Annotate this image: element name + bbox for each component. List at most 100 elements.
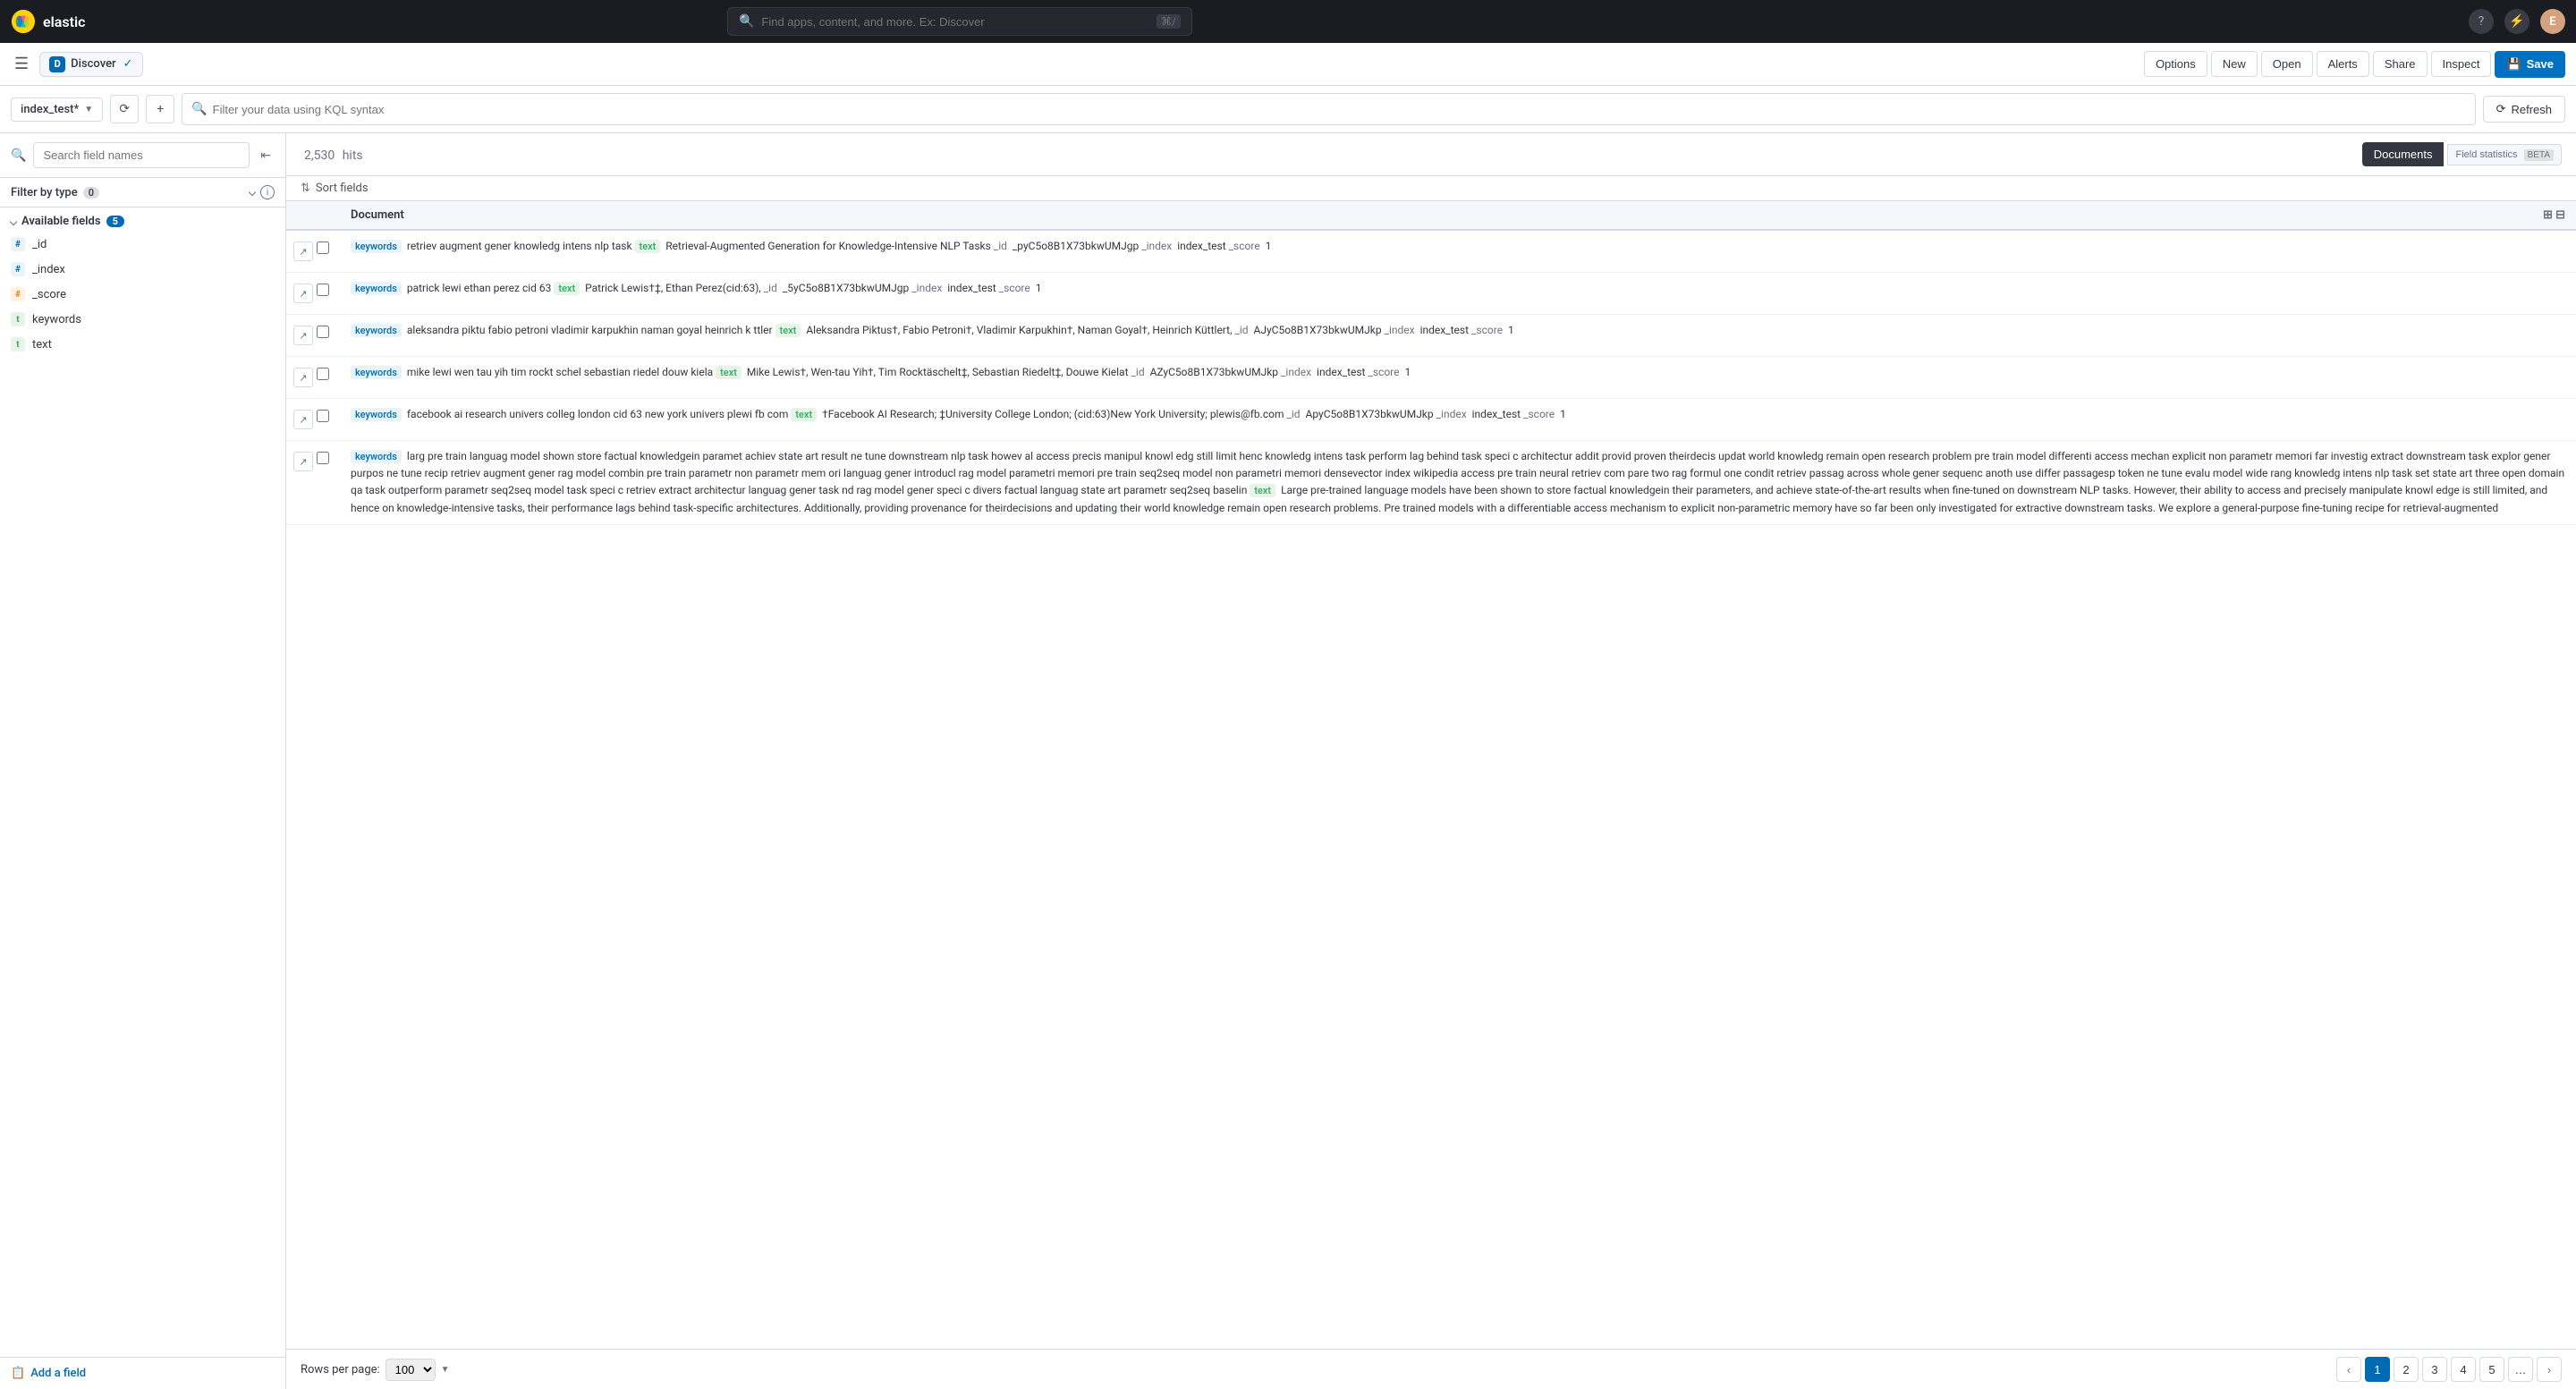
row-checkbox[interactable] xyxy=(317,284,329,296)
elastic-logo-text: elastic xyxy=(43,13,85,30)
sidebar-search-input[interactable] xyxy=(33,142,250,168)
field-item-index[interactable]: # _index xyxy=(0,257,285,282)
doc-cell: keywords aleksandra piktu fabio petroni … xyxy=(340,315,2576,357)
field-item-text[interactable]: t text xyxy=(0,332,285,357)
row-expand-button[interactable]: ↗ xyxy=(293,452,313,471)
sidebar-search-icon: 🔍 xyxy=(11,148,26,163)
hamburger-menu[interactable]: ☰ xyxy=(11,51,32,77)
doc-cell: keywords patrick lewi ethan perez cid 63… xyxy=(340,273,2576,315)
row-actions: ↗ xyxy=(290,276,336,310)
filter-type-chevron-icon[interactable] xyxy=(249,189,256,196)
page-2-button[interactable]: 2 xyxy=(2394,1357,2419,1382)
row-actions-cell: ↗ xyxy=(286,273,340,315)
page-5-button[interactable]: 5 xyxy=(2479,1357,2504,1382)
prev-page-button[interactable]: ‹ xyxy=(2336,1357,2361,1382)
row-expand-button[interactable]: ↗ xyxy=(293,241,313,261)
page-ellipsis-button[interactable]: … xyxy=(2508,1357,2533,1382)
options-button[interactable]: Options xyxy=(2144,51,2207,77)
kql-filter-input[interactable] xyxy=(213,103,2466,116)
filter-bar: index_test* ▼ ⟳ + 🔍 ⟳ Refresh xyxy=(0,86,2576,133)
row-expand-button[interactable]: ↗ xyxy=(293,284,313,303)
meta-id: _id xyxy=(1131,366,1144,378)
field-item-score[interactable]: # _score xyxy=(0,282,285,307)
index-selector[interactable]: index_test* ▼ xyxy=(11,97,103,122)
filter-type-info-icon[interactable]: i xyxy=(260,185,275,199)
page-3-button[interactable]: 3 xyxy=(2422,1357,2447,1382)
doc-cell: keywords mike lewi wen tau yih tim rockt… xyxy=(340,357,2576,399)
documents-view-button[interactable]: Documents xyxy=(2362,142,2445,166)
table-row: ↗ keywords larg pre train languag model … xyxy=(286,441,2576,525)
doc-text: keywords mike lewi wen tau yih tim rockt… xyxy=(351,364,2565,381)
field-name-index: _index xyxy=(32,263,65,276)
save-button[interactable]: 💾 Save xyxy=(2495,51,2565,78)
row-checkbox[interactable] xyxy=(317,241,329,254)
sidebar-search-area: 🔍 ⇤ xyxy=(0,133,285,178)
inspect-button[interactable]: Inspect xyxy=(2431,51,2492,77)
help-icon[interactable]: ? xyxy=(2469,9,2494,34)
app-bar: ☰ D Discover ✓ Options New Open Alerts S… xyxy=(0,43,2576,86)
page-4-button[interactable]: 4 xyxy=(2451,1357,2476,1382)
app-tab-check-icon: ✓ xyxy=(123,57,133,71)
filter-add-button[interactable]: + xyxy=(146,95,174,123)
rows-per-page-select[interactable]: 100 50 25 xyxy=(386,1359,436,1381)
row-checkbox[interactable] xyxy=(317,452,329,464)
app-tab-discover[interactable]: D Discover ✓ xyxy=(39,52,142,77)
table-expand-icon[interactable]: ⊞ ⊟ xyxy=(2543,208,2565,222)
row-actions: ↗ xyxy=(290,360,336,394)
refresh-button[interactable]: ⟳ Refresh xyxy=(2483,96,2565,123)
kql-filter-input-wrap[interactable]: 🔍 xyxy=(182,93,2475,125)
field-badge-keywords: keywords xyxy=(351,408,402,421)
kql-search-icon: 🔍 xyxy=(191,102,207,116)
meta-index: _index xyxy=(1141,240,1172,252)
table-area: ⇅ Sort fields Document ⊞ ⊟ xyxy=(286,176,2576,1349)
new-button[interactable]: New xyxy=(2211,51,2258,77)
table-row: ↗ keywords aleksandra piktu fabio petron… xyxy=(286,315,2576,357)
sidebar-collapse-button[interactable]: ⇤ xyxy=(257,145,275,166)
documents-table: Document ⊞ ⊟ ↗ xyxy=(286,201,2576,525)
app-tab-name: Discover xyxy=(71,57,115,71)
next-page-button[interactable]: › xyxy=(2537,1357,2562,1382)
share-button[interactable]: Share xyxy=(2373,51,2428,77)
row-expand-button[interactable]: ↗ xyxy=(293,326,313,345)
open-button[interactable]: Open xyxy=(2261,51,2313,77)
global-search-icon: 🔍 xyxy=(739,14,754,29)
available-fields-chevron-icon[interactable] xyxy=(10,217,17,224)
meta-index: _index xyxy=(1281,366,1311,378)
global-search-input[interactable] xyxy=(761,15,1149,29)
available-fields-header: Available fields 5 xyxy=(0,208,285,232)
meta-id: _id xyxy=(994,240,1007,252)
rows-per-page-label: Rows per page: xyxy=(301,1363,380,1376)
alerts-button[interactable]: Alerts xyxy=(2317,51,2369,77)
doc-cell: keywords larg pre train languag model sh… xyxy=(340,441,2576,525)
field-item-id[interactable]: # _id xyxy=(0,232,285,257)
global-search-bar[interactable]: 🔍 ⌘/ xyxy=(727,7,1192,36)
row-checkbox[interactable] xyxy=(317,368,329,380)
doc-text: keywords retriev augment gener knowledg … xyxy=(351,238,2565,255)
main-layout: 🔍 ⇤ Filter by type 0 i Available fields … xyxy=(0,133,2576,1389)
field-item-keywords[interactable]: t keywords xyxy=(0,307,285,332)
row-checkbox[interactable] xyxy=(317,410,329,422)
available-fields-text: Available fields xyxy=(21,215,101,228)
filter-type-row: Filter by type 0 i xyxy=(0,178,285,208)
user-avatar[interactable]: E xyxy=(2540,9,2565,34)
row-actions-cell: ↗ xyxy=(286,441,340,525)
elastic-logo[interactable]: elastic xyxy=(11,9,85,34)
row-expand-button[interactable]: ↗ xyxy=(293,410,313,429)
field-badge-keywords: keywords xyxy=(351,240,402,253)
field-badge-keywords: keywords xyxy=(351,282,402,295)
notifications-icon[interactable]: ⚡ xyxy=(2504,9,2529,34)
field-name-id: _id xyxy=(32,238,47,251)
row-checkbox[interactable] xyxy=(317,326,329,338)
meta-score: _score xyxy=(1229,240,1260,252)
doc-text: keywords facebook ai research univers co… xyxy=(351,406,2565,423)
field-statistics-view-button[interactable]: Field statistics BETA xyxy=(2447,144,2562,165)
row-expand-button[interactable]: ↗ xyxy=(293,368,313,387)
add-field-label: Add a field xyxy=(30,1367,86,1380)
hits-count: 2,530 hits xyxy=(301,145,363,164)
field-badge-keywords: keywords xyxy=(351,450,402,463)
pagination-bar: Rows per page: 100 50 25 ▼ ‹ 1 2 3 4 5 …… xyxy=(286,1349,2576,1389)
doc-text: keywords patrick lewi ethan perez cid 63… xyxy=(351,280,2565,297)
page-1-button[interactable]: 1 xyxy=(2365,1357,2390,1382)
filter-sync-button[interactable]: ⟳ xyxy=(110,95,139,123)
app-tab-dot: D xyxy=(49,56,65,72)
